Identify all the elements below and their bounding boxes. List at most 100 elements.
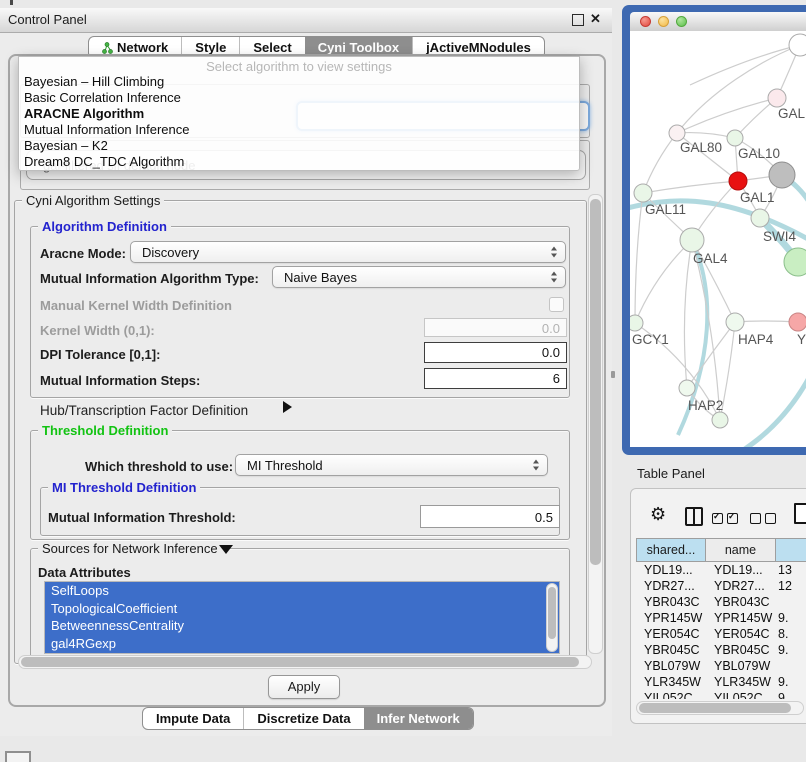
tab-network-label: Network	[117, 40, 168, 55]
algorithm-definition-title: Algorithm Definition	[38, 220, 171, 233]
dropdown-option-selected[interactable]: ARACNE Algorithm	[19, 106, 579, 122]
hub-section-label[interactable]: Hub/Transcription Factor Definition	[40, 403, 248, 418]
expand-right-icon[interactable]	[283, 401, 292, 413]
collapse-down-icon[interactable]	[219, 545, 233, 554]
scrollbar-thumb[interactable]	[639, 703, 791, 713]
list-item[interactable]: BetweennessCentrality	[45, 617, 559, 635]
table-row[interactable]: YBL079WYBL079W	[636, 658, 806, 674]
table-row[interactable]: YLR345WYLR345W9.	[636, 674, 806, 690]
column-header-shared-name[interactable]: shared...	[636, 538, 706, 562]
close-icon[interactable]: ✕	[590, 11, 601, 27]
table-row[interactable]: YIL052CYIL052C9.	[636, 690, 806, 699]
which-threshold-label: Which threshold to use:	[85, 459, 233, 474]
settings-vertical-scrollbar[interactable]	[588, 194, 603, 654]
node-hap2[interactable]	[679, 380, 695, 396]
node-gray[interactable]	[769, 162, 795, 188]
column-header-clipped[interactable]	[776, 538, 806, 562]
corner-tick	[10, 0, 13, 5]
tab-impute-data[interactable]: Impute Data	[143, 708, 243, 729]
table-row[interactable]: YBR045CYBR045C9.	[636, 642, 806, 658]
node-gal1-red[interactable]	[729, 172, 747, 190]
scrollbar-thumb[interactable]	[590, 199, 601, 565]
dropdown-option[interactable]: Dream8 DC_TDC Algorithm	[19, 154, 579, 170]
scrollbar-thumb[interactable]	[548, 587, 556, 639]
node-gal-pink[interactable]	[768, 89, 786, 107]
close-traffic-light-icon[interactable]	[640, 16, 651, 27]
control-panel-title: Control Panel	[8, 12, 87, 27]
sources-title[interactable]: Sources for Network Inference	[38, 542, 222, 555]
list-item[interactable]: gal4RGexp	[45, 635, 559, 653]
dropdown-option[interactable]: Basic Correlation Inference	[19, 90, 579, 106]
table-body[interactable]: YDL19...YDL19...13 YDR27...YDR27...12 YB…	[636, 562, 806, 699]
column-header-name[interactable]: name	[706, 538, 776, 562]
settings-horizontal-scrollbar[interactable]	[18, 655, 592, 669]
app-root: Control Panel ✕ Network Style Select Cyn…	[0, 0, 806, 762]
node-label: GAL11	[645, 202, 686, 217]
minimize-traffic-light-icon[interactable]	[658, 16, 669, 27]
node-pink-right[interactable]	[789, 313, 806, 331]
deselect-all-columns-icon[interactable]	[750, 511, 780, 529]
dropdown-option[interactable]: Bayesian – Hill Climbing	[19, 74, 579, 90]
split-pane-handle[interactable]	[611, 371, 615, 378]
mi-type-combo[interactable]: Naive Bayes	[272, 266, 566, 288]
tab-discretize-data-label: Discretize Data	[257, 711, 350, 726]
tab-infer-network-label: Infer Network	[377, 711, 460, 726]
table-horizontal-scrollbar[interactable]	[636, 701, 804, 715]
tab-cyni-toolbox-label: Cyni Toolbox	[318, 40, 399, 55]
select-all-columns-icon[interactable]	[712, 511, 742, 529]
new-table-icon[interactable]	[794, 503, 806, 524]
tab-infer-network[interactable]: Infer Network	[364, 708, 473, 729]
node-gal80[interactable]	[669, 125, 685, 141]
mi-type-label: Mutual Information Algorithm Type:	[40, 271, 259, 286]
table-row[interactable]: YER054CYER054C8.	[636, 626, 806, 642]
table-row[interactable]: YPR145WYPR145W9.	[636, 610, 806, 626]
manual-kernel-checkbox[interactable]	[549, 297, 564, 312]
aracne-mode-value: Discovery	[142, 245, 199, 260]
node-label: GAL4	[693, 251, 728, 266]
stepper-arrows-icon	[551, 247, 558, 258]
tab-discretize-data[interactable]: Discretize Data	[243, 708, 363, 729]
node-gcy1[interactable]	[630, 315, 643, 331]
tab-jactivemnodules-label: jActiveMNodules	[426, 40, 531, 55]
dropdown-option[interactable]: Bayesian – K2	[19, 138, 579, 154]
columns-icon[interactable]	[685, 507, 703, 526]
node-label: HAP4	[738, 332, 774, 347]
mi-threshold-field[interactable]: 0.5	[420, 505, 560, 528]
dpi-tolerance-label: DPI Tolerance [0,1]:	[40, 347, 160, 362]
table-row[interactable]: YDL19...YDL19...13	[636, 562, 806, 578]
kernel-width-field[interactable]: 0.0	[424, 318, 567, 337]
zoom-traffic-light-icon[interactable]	[676, 16, 687, 27]
gear-icon[interactable]: ⚙	[650, 504, 666, 525]
threshold-definition-title: Threshold Definition	[38, 424, 172, 437]
node-label: HAP2	[688, 398, 723, 413]
data-attributes-list[interactable]: SelfLoops TopologicalCoefficient Between…	[44, 581, 560, 654]
tab-impute-data-label: Impute Data	[156, 711, 230, 726]
list-item[interactable]: SelfLoops	[45, 582, 559, 600]
table-row[interactable]: YDR27...YDR27...12	[636, 578, 806, 594]
node-gal11[interactable]	[634, 184, 652, 202]
node-gal4[interactable]	[680, 228, 704, 252]
network-node-labels: GAL GAL80 GAL10 GAL1 GAL11 SWI4 GAL4 GCY…	[632, 106, 806, 413]
cyni-algorithm-settings-title: Cyni Algorithm Settings	[22, 194, 164, 207]
node-unlabeled[interactable]	[789, 34, 806, 56]
dropdown-option[interactable]: Mutual Information Inference	[19, 122, 579, 138]
mi-steps-label: Mutual Information Steps:	[40, 373, 200, 388]
list-vertical-scrollbar[interactable]	[546, 583, 558, 652]
node-swi4[interactable]	[751, 209, 769, 227]
mi-steps-field[interactable]: 6	[424, 368, 567, 389]
list-item[interactable]: TopologicalCoefficient	[45, 600, 559, 618]
control-panel-titlebar	[0, 8, 612, 33]
which-threshold-combo[interactable]: MI Threshold	[235, 454, 548, 476]
network-icon	[102, 42, 113, 54]
node-hap4[interactable]	[726, 313, 744, 331]
aracne-mode-combo[interactable]: Discovery	[130, 241, 566, 263]
float-window-icon[interactable]	[572, 14, 584, 26]
table-row[interactable]: YBR043CYBR043C	[636, 594, 806, 610]
dpi-tolerance-field[interactable]: 0.0	[424, 342, 567, 363]
scrollbar-thumb[interactable]	[21, 657, 579, 667]
node-gal10[interactable]	[727, 130, 743, 146]
node-bottom[interactable]	[712, 412, 728, 428]
network-window-titlebar[interactable]	[630, 12, 806, 32]
apply-button[interactable]: Apply	[268, 675, 340, 699]
network-view-canvas[interactable]: GAL GAL80 GAL10 GAL1 GAL11 SWI4 GAL4 GCY…	[630, 31, 806, 447]
